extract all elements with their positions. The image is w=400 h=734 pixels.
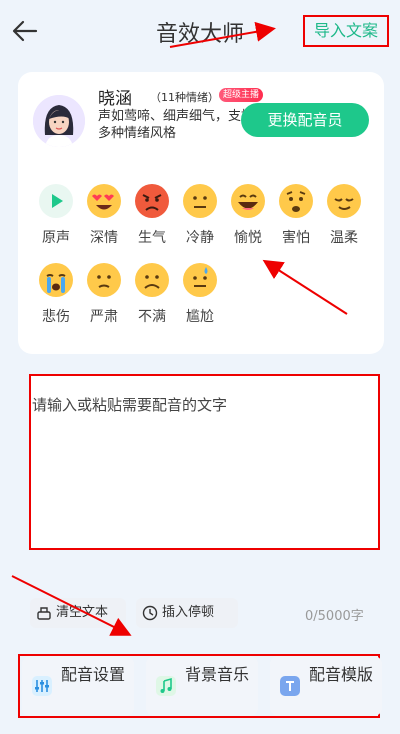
music-note-icon <box>156 676 176 696</box>
serious-face-icon <box>87 263 121 297</box>
emotion-awkward[interactable]: 尴尬 <box>174 262 226 326</box>
emotion-label: 尴尬 <box>186 309 214 325</box>
emotion-label: 害怕 <box>282 230 310 246</box>
emotion-label: 原声 <box>42 230 70 246</box>
frown-face-icon <box>135 263 169 297</box>
emotion-sad[interactable]: 悲伤 <box>30 262 82 326</box>
emotion-affectionate[interactable]: 深情 <box>78 183 130 247</box>
sliders-icon <box>32 676 52 696</box>
emotion-dissatisfied[interactable]: 不满 <box>126 262 178 326</box>
emotion-label: 温柔 <box>330 230 358 246</box>
emotion-gentle[interactable]: 温柔 <box>318 183 370 247</box>
angry-face-icon <box>135 184 169 218</box>
emotion-label: 生气 <box>138 230 166 246</box>
emotion-label: 严肃 <box>90 309 118 325</box>
avatar[interactable] <box>33 95 85 147</box>
emotion-label: 冷静 <box>186 230 214 246</box>
emotion-afraid[interactable]: 害怕 <box>270 183 322 247</box>
header: 音效大师 导入文案 <box>0 0 400 64</box>
neutral-face-icon <box>183 184 217 218</box>
template-icon <box>280 676 300 696</box>
background-music-button[interactable]: 背景音乐 <box>146 656 258 716</box>
voice-template-button[interactable]: 配音模版 <box>270 656 382 716</box>
text-input-placeholder: 请输入或粘贴需要配音的文字 <box>32 396 228 414</box>
relieved-face-icon <box>327 184 361 218</box>
clock-icon <box>142 605 158 621</box>
status-badge: 超级主播 <box>219 88 264 102</box>
insert-pause-label: 插入停顿 <box>162 605 215 620</box>
crying-face-icon <box>39 263 73 297</box>
emotion-label: 不满 <box>138 309 166 325</box>
emotion-original[interactable]: 原声 <box>30 183 82 247</box>
change-voice-button[interactable]: 更换配音员 <box>241 103 369 137</box>
insert-pause-button[interactable]: 插入停顿 <box>136 598 238 628</box>
background-music-label: 背景音乐 <box>184 665 249 684</box>
awkward-face-icon <box>183 263 217 297</box>
emotion-calm[interactable]: 冷静 <box>174 183 226 247</box>
character-count: 0/5000字 <box>305 609 364 624</box>
eraser-icon <box>37 607 51 620</box>
voice-name: 晓涵 <box>98 89 132 109</box>
worried-face-icon <box>279 184 313 218</box>
play-icon <box>39 184 73 218</box>
voice-description: 声如莺啼、细声细气，支持多种情绪风格 <box>98 109 255 141</box>
emotion-label: 深情 <box>90 230 118 246</box>
emotion-angry[interactable]: 生气 <box>126 183 178 247</box>
heart-eyes-icon <box>87 184 121 218</box>
clear-text-label: 清空文本 <box>56 605 109 620</box>
voice-settings-label: 配音设置 <box>60 665 125 684</box>
emotion-label: 愉悦 <box>234 230 262 246</box>
voice-settings-button[interactable]: 配音设置 <box>22 656 134 716</box>
emotion-serious[interactable]: 严肃 <box>78 262 130 326</box>
emotion-count: （11种情绪） <box>150 91 219 104</box>
emotion-pleased[interactable]: 愉悦 <box>222 183 274 247</box>
emotion-label: 悲伤 <box>42 309 70 325</box>
grin-face-icon <box>231 184 265 218</box>
voice-template-label: 配音模版 <box>308 665 373 684</box>
clear-text-button[interactable]: 清空文本 <box>30 598 126 628</box>
import-text-button[interactable]: 导入文案 <box>303 15 389 47</box>
